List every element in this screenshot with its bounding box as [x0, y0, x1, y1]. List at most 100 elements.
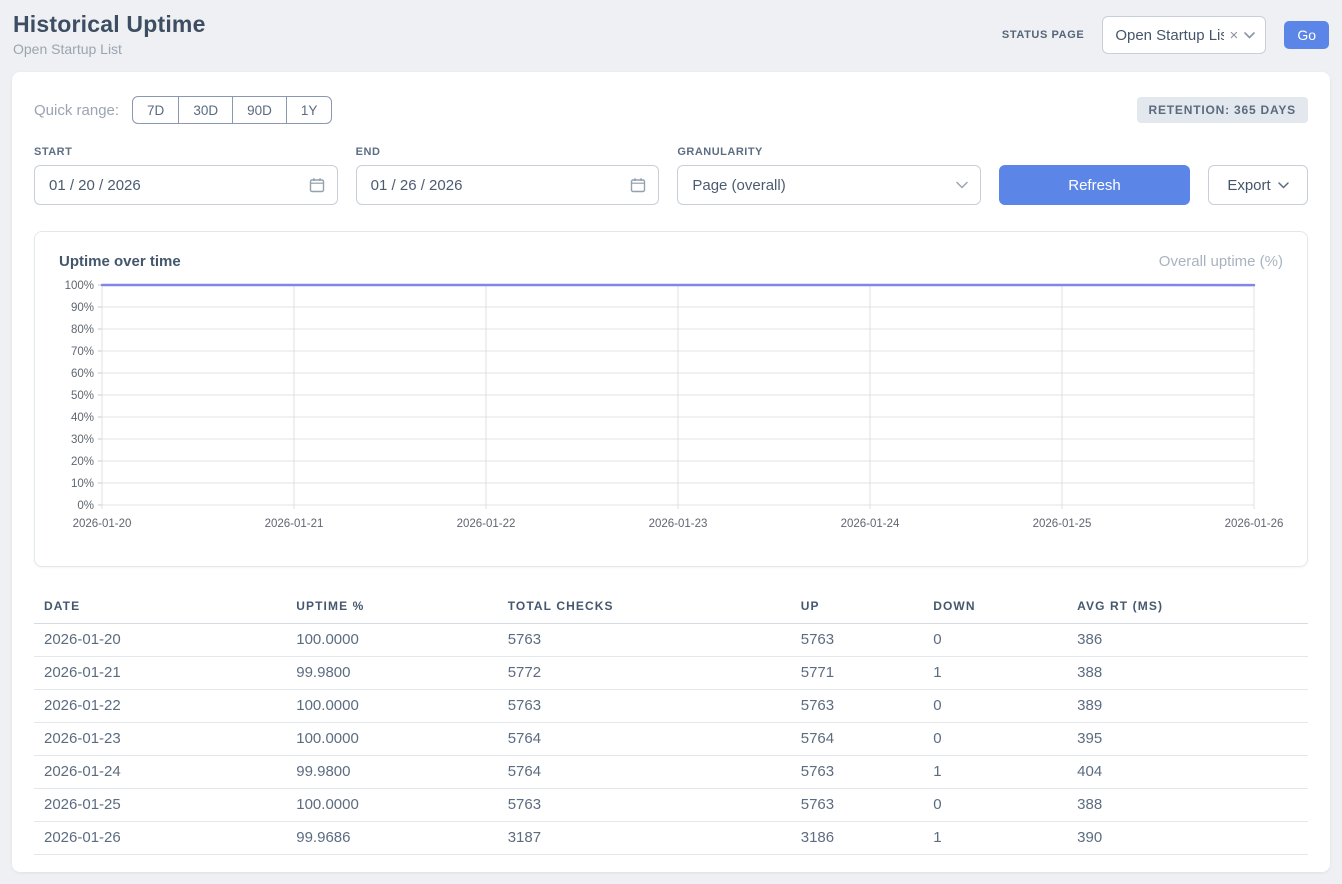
table-cell: 2026-01-26: [34, 822, 286, 855]
refresh-button[interactable]: Refresh: [999, 165, 1190, 205]
svg-text:40%: 40%: [71, 412, 94, 424]
table-cell: 5771: [791, 657, 923, 690]
column-header: UP: [791, 591, 923, 624]
table-row: 2026-01-20100.0000576357630386: [34, 624, 1308, 657]
main-panel: Quick range: 7D30D90D1Y RETENTION: 365 D…: [12, 72, 1330, 872]
table-cell: 99.9800: [286, 756, 497, 789]
svg-text:100%: 100%: [65, 280, 94, 292]
start-date-value: 01 / 20 / 2026: [49, 177, 141, 194]
status-page-label: STATUS PAGE: [1002, 29, 1084, 41]
svg-text:50%: 50%: [71, 390, 94, 402]
header-right: STATUS PAGE Open Startup List × Go: [1002, 16, 1329, 54]
granularity-label: GRANULARITY: [677, 146, 981, 158]
table-cell: 386: [1067, 624, 1308, 657]
granularity-select[interactable]: Page (overall): [677, 165, 981, 205]
table-cell: 388: [1067, 657, 1308, 690]
table-cell: 100.0000: [286, 723, 497, 756]
start-label: START: [34, 146, 338, 158]
quick-range-1y[interactable]: 1Y: [286, 96, 333, 124]
svg-text:10%: 10%: [71, 478, 94, 490]
table-header: DATEUPTIME %TOTAL CHECKSUPDOWNAVG RT (MS…: [34, 591, 1308, 624]
table-cell: 0: [923, 789, 1067, 822]
svg-text:20%: 20%: [71, 456, 94, 468]
table-body: 2026-01-20100.00005763576303862026-01-21…: [34, 624, 1308, 855]
table-cell: 99.9800: [286, 657, 497, 690]
start-date-input[interactable]: 01 / 20 / 2026: [34, 165, 338, 205]
table-cell: 388: [1067, 789, 1308, 822]
svg-text:70%: 70%: [71, 346, 94, 358]
end-date-input[interactable]: 01 / 26 / 2026: [356, 165, 660, 205]
column-header: AVG RT (MS): [1067, 591, 1308, 624]
svg-text:30%: 30%: [71, 434, 94, 446]
table-cell: 2026-01-24: [34, 756, 286, 789]
table-cell: 5763: [791, 624, 923, 657]
svg-text:80%: 80%: [71, 324, 94, 336]
column-header: TOTAL CHECKS: [498, 591, 791, 624]
granularity-field: GRANULARITY Page (overall): [677, 146, 981, 205]
table-header-row: DATEUPTIME %TOTAL CHECKSUPDOWNAVG RT (MS…: [34, 591, 1308, 624]
export-button[interactable]: Export: [1208, 165, 1308, 205]
quick-range-30d[interactable]: 30D: [178, 96, 233, 124]
filters-row: START 01 / 20 / 2026 END 01 / 26 / 2026 …: [34, 146, 1308, 205]
svg-text:0%: 0%: [77, 500, 94, 512]
column-header: DOWN: [923, 591, 1067, 624]
clear-selection-icon[interactable]: ×: [1230, 28, 1239, 43]
table-row: 2026-01-25100.0000576357630388: [34, 789, 1308, 822]
title-block: Historical Uptime Open Startup List: [13, 11, 206, 57]
table-cell: 395: [1067, 723, 1308, 756]
table-cell: 3187: [498, 822, 791, 855]
table-cell: 5763: [498, 690, 791, 723]
calendar-icon[interactable]: [309, 177, 325, 193]
uptime-table: DATEUPTIME %TOTAL CHECKSUPDOWNAVG RT (MS…: [34, 591, 1308, 855]
chevron-down-icon: [1244, 32, 1255, 39]
page-subtitle: Open Startup List: [13, 41, 206, 57]
status-page-select[interactable]: Open Startup List ×: [1102, 16, 1266, 54]
table-cell: 100.0000: [286, 690, 497, 723]
table-cell: 99.9686: [286, 822, 497, 855]
quick-range-row: Quick range: 7D30D90D1Y RETENTION: 365 D…: [34, 96, 1308, 124]
table-cell: 2026-01-20: [34, 624, 286, 657]
chevron-down-icon: [1278, 182, 1289, 189]
table-row: 2026-01-2199.9800577257711388: [34, 657, 1308, 690]
table-cell: 5772: [498, 657, 791, 690]
chart-legend: Overall uptime (%): [1159, 253, 1283, 270]
svg-text:2026-01-25: 2026-01-25: [1033, 518, 1092, 530]
svg-text:2026-01-20: 2026-01-20: [73, 518, 132, 530]
calendar-icon[interactable]: [630, 177, 646, 193]
quick-range-group: 7D30D90D1Y: [132, 96, 332, 124]
svg-text:2026-01-21: 2026-01-21: [265, 518, 324, 530]
table-cell: 0: [923, 690, 1067, 723]
table-cell: 1: [923, 822, 1067, 855]
retention-badge: RETENTION: 365 DAYS: [1137, 97, 1308, 123]
table-cell: 0: [923, 624, 1067, 657]
end-date-value: 01 / 26 / 2026: [371, 177, 463, 194]
table-row: 2026-01-2699.9686318731861390: [34, 822, 1308, 855]
svg-text:2026-01-26: 2026-01-26: [1225, 518, 1284, 530]
quick-range-label: Quick range:: [34, 102, 119, 119]
table-cell: 2026-01-23: [34, 723, 286, 756]
table-cell: 2026-01-22: [34, 690, 286, 723]
chevron-down-icon: [956, 181, 968, 189]
table-cell: 5764: [791, 723, 923, 756]
page-header: Historical Uptime Open Startup List STAT…: [0, 0, 1342, 72]
end-label: END: [356, 146, 660, 158]
table-cell: 5764: [498, 756, 791, 789]
svg-text:2026-01-23: 2026-01-23: [649, 518, 708, 530]
table-cell: 5763: [498, 624, 791, 657]
table-cell: 5763: [791, 756, 923, 789]
table-cell: 1: [923, 756, 1067, 789]
table-cell: 390: [1067, 822, 1308, 855]
table-cell: 1: [923, 657, 1067, 690]
uptime-chart-card: Uptime over time Overall uptime (%) 0%10…: [34, 231, 1308, 567]
go-button[interactable]: Go: [1284, 21, 1329, 49]
quick-range-90d[interactable]: 90D: [232, 96, 287, 124]
table-cell: 100.0000: [286, 624, 497, 657]
uptime-chart: 0%10%20%30%40%50%60%70%80%90%100%2026-01…: [59, 276, 1287, 538]
start-date-field: START 01 / 20 / 2026: [34, 146, 338, 205]
table-cell: 3186: [791, 822, 923, 855]
page-title: Historical Uptime: [13, 11, 206, 38]
quick-range-7d[interactable]: 7D: [132, 96, 179, 124]
table-row: 2026-01-22100.0000576357630389: [34, 690, 1308, 723]
table-row: 2026-01-23100.0000576457640395: [34, 723, 1308, 756]
end-date-field: END 01 / 26 / 2026: [356, 146, 660, 205]
